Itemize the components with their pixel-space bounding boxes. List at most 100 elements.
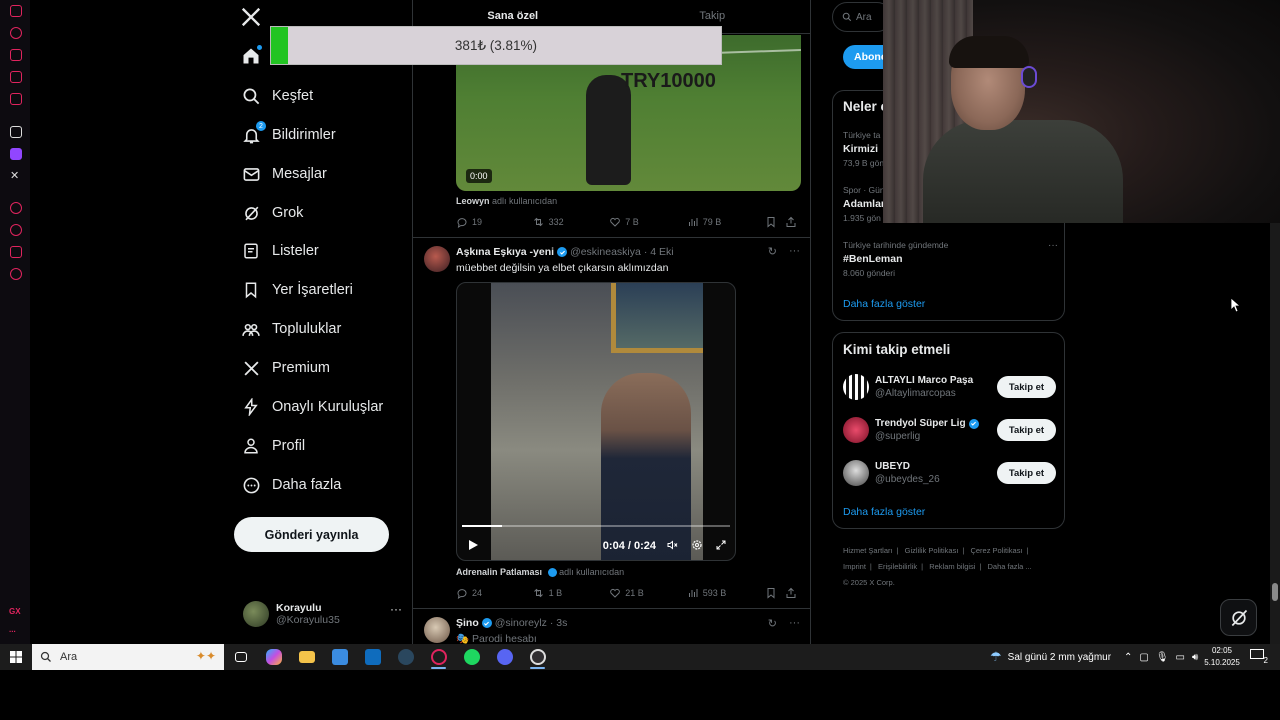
nav-premium[interactable]: Premium — [240, 352, 330, 384]
avatar[interactable] — [424, 617, 450, 643]
like-button[interactable]: 7 B — [609, 216, 687, 228]
repost-button[interactable]: 1 B — [532, 587, 610, 599]
twitch-icon[interactable] — [10, 148, 22, 160]
bookmark-button[interactable] — [765, 216, 785, 228]
show-more-trends[interactable]: Daha fazla göster — [843, 298, 925, 310]
source-user[interactable]: Leowyn — [456, 196, 490, 206]
post-button[interactable]: Gönderi yayınla — [234, 517, 389, 552]
history-icon[interactable] — [10, 224, 22, 236]
fullscreen-icon[interactable] — [715, 539, 727, 554]
footer-link[interactable]: Hizmet Şartları — [843, 546, 893, 555]
network-icon[interactable]: ▭ — [1176, 652, 1185, 663]
x-logo-icon[interactable] — [240, 6, 262, 28]
discord-icon[interactable] — [488, 644, 521, 670]
x-sidebar-icon[interactable]: ✕ — [10, 170, 22, 182]
views-button[interactable]: 593 B — [687, 587, 766, 599]
aria-icon[interactable] — [10, 126, 22, 138]
app-tray-icon[interactable]: ▢ — [1139, 652, 1148, 663]
reply-button[interactable]: 19 — [456, 216, 532, 228]
follow-suggestion[interactable]: ALTAYLI Marco Paşa @Altaylimarcopas Taki… — [843, 372, 1056, 402]
footer-link[interactable]: Gizlilik Politikası — [905, 546, 959, 555]
footer-link[interactable]: Daha fazla ... — [988, 562, 1032, 571]
tweet-author-handle[interactable]: @sinoreylz — [495, 617, 547, 629]
more-dots-icon[interactable]: ··· — [789, 617, 800, 630]
reply-button[interactable]: 24 — [456, 587, 532, 599]
play-icon[interactable] — [467, 539, 479, 554]
gx-corner-icon[interactable] — [10, 71, 22, 83]
steam-icon[interactable] — [389, 644, 422, 670]
account-switcher[interactable]: Korayulu @Korayulu35 ··· — [243, 598, 408, 630]
follow-button[interactable]: Takip et — [997, 419, 1056, 441]
trend-item[interactable]: Türkiye tarihinde gündemde #BenLeman 8.0… — [843, 240, 1058, 278]
grok-explain-icon[interactable]: ↻ — [768, 245, 777, 258]
footer-link[interactable]: Erişilebilirlik — [878, 562, 917, 571]
nav-explore[interactable]: Keşfet — [240, 80, 313, 112]
copilot-icon[interactable] — [257, 644, 290, 670]
windows-start-icon[interactable] — [0, 644, 32, 670]
footer-link[interactable]: Çerez Politikası — [970, 546, 1022, 555]
views-button[interactable]: 79 B — [687, 216, 766, 228]
task-view-icon[interactable] — [224, 644, 257, 670]
notification-center-icon[interactable]: 2 — [1250, 649, 1268, 665]
more-dots-icon[interactable]: ··· — [789, 245, 800, 258]
outlook-icon[interactable] — [356, 644, 389, 670]
like-button[interactable]: 21 B — [609, 587, 687, 599]
nav-communities[interactable]: Topluluklar — [240, 313, 341, 345]
gx-cleaner-icon[interactable] — [10, 49, 22, 61]
mute-icon[interactable] — [666, 539, 679, 554]
opera-gx-icon[interactable] — [422, 644, 455, 670]
follow-suggestion[interactable]: UBEYD @ubeydes_26 Takip et — [843, 458, 1056, 488]
file-explorer-icon[interactable] — [290, 644, 323, 670]
footer-link[interactable]: Reklam bilgisi — [929, 562, 975, 571]
weather-widget[interactable]: ☂ Sal günü 2 mm yağmur — [990, 644, 1111, 670]
nav-home[interactable] — [240, 40, 272, 72]
nav-verified-orgs[interactable]: Onaylı Kuruluşlar — [240, 391, 383, 423]
video-progress[interactable] — [462, 525, 730, 527]
nav-lists[interactable]: Listeler — [240, 235, 319, 267]
taskbar-search[interactable]: Ara ✦✦ — [32, 644, 224, 670]
source-user[interactable]: Adrenalin Patlaması — [456, 567, 542, 577]
record-icon[interactable] — [10, 202, 22, 214]
extensions-icon[interactable] — [10, 246, 22, 258]
player-icon[interactable] — [10, 93, 22, 105]
nav-profile[interactable]: Profil — [240, 430, 305, 462]
store-icon[interactable] — [323, 644, 356, 670]
repost-button[interactable]: 332 — [532, 216, 610, 228]
clock[interactable]: 02:05 5.10.2025 — [1203, 645, 1241, 669]
tweet-date[interactable]: · 3s — [550, 617, 568, 629]
scrollbar-thumb[interactable] — [1272, 583, 1278, 601]
tweet-author-handle[interactable]: @eskineaskiya — [570, 246, 641, 258]
footer-link[interactable]: Imprint — [843, 562, 866, 571]
tweet-author-name[interactable]: Şino — [456, 617, 479, 629]
bookmark-button[interactable] — [765, 587, 785, 599]
messenger-icon[interactable] — [10, 5, 22, 17]
follow-suggestion[interactable]: Trendyol Süper Lig @superlig Takip et — [843, 415, 1056, 445]
chevron-up-icon[interactable]: ⌃ — [1124, 652, 1132, 663]
microphone-icon[interactable]: 🎙︎ — [1156, 652, 1169, 663]
nav-more[interactable]: Daha fazla — [240, 469, 341, 501]
follow-button[interactable]: Takip et — [997, 462, 1056, 484]
more-dots-icon[interactable]: ··· — [1048, 240, 1058, 251]
show-more-suggestions[interactable]: Daha fazla göster — [843, 506, 925, 518]
obs-icon[interactable] — [521, 644, 554, 670]
tweet-date[interactable]: · 4 Eki — [644, 246, 674, 258]
video-player[interactable]: 0:04 / 0:24 — [456, 282, 736, 561]
speaker-icon[interactable]: 🔊︎ — [1192, 652, 1198, 663]
share-button[interactable] — [785, 587, 801, 599]
share-button[interactable] — [785, 216, 801, 228]
nav-messages[interactable]: Mesajlar — [240, 158, 327, 190]
avatar[interactable] — [424, 246, 450, 272]
nav-grok[interactable]: Grok — [240, 197, 303, 229]
nav-bookmarks[interactable]: Yer İşaretleri — [240, 274, 353, 306]
more-dots-icon[interactable]: ··· — [390, 602, 402, 616]
gx-control-icon[interactable] — [10, 27, 22, 39]
page-scrollbar[interactable] — [1270, 223, 1280, 644]
gx-more-icon[interactable]: ... — [9, 625, 16, 634]
grok-float-button[interactable] — [1220, 599, 1257, 636]
follow-button[interactable]: Takip et — [997, 376, 1056, 398]
tweet-author-name[interactable]: Aşkına Eşkıya -yeni — [456, 246, 554, 258]
settings-icon[interactable] — [10, 268, 22, 280]
spotify-icon[interactable] — [455, 644, 488, 670]
nav-notifications[interactable]: 2 Bildirimler — [240, 119, 336, 151]
settings-gear-icon[interactable] — [691, 539, 703, 554]
